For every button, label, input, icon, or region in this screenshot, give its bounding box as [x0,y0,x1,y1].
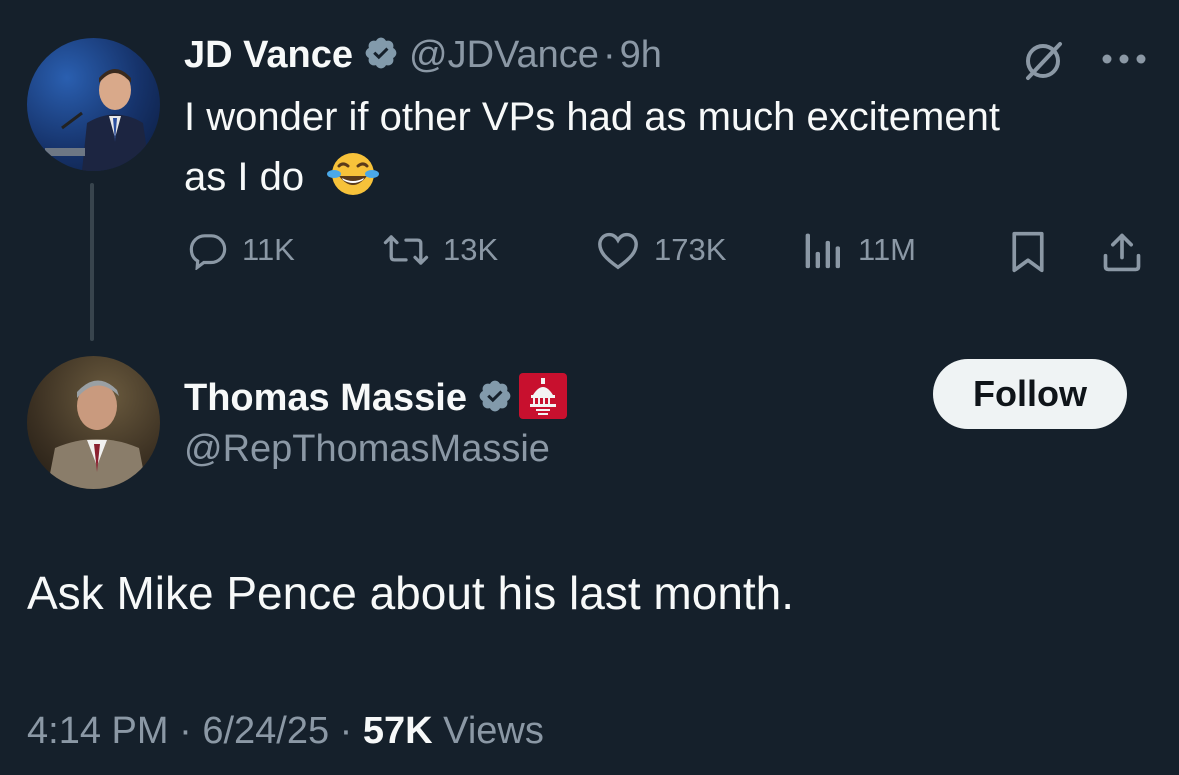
share-icon [1103,233,1141,272]
more-options-icon[interactable] [1100,52,1148,71]
bar-chart-views-icon [805,233,840,269]
reply-count: 11K [242,232,295,267]
tweet-date[interactable]: 6/24/25 [202,710,329,752]
verified-badge-icon [363,35,399,76]
avatar-photo [47,380,147,489]
avatar-thomas-massie[interactable] [27,356,160,489]
original-tweet-header: JD Vance @JDVance · 9h [184,34,662,77]
verified-badge-icon [477,378,513,419]
views-button[interactable]: 11M [800,230,916,270]
author-name[interactable]: JD Vance [184,34,353,77]
retweet-icon [383,235,429,265]
bookmark-icon [1012,231,1044,273]
reply-icon [189,234,227,270]
like-count: 173K [654,232,727,267]
retweet-count: 13K [443,232,499,267]
tweet-text-line-1: I wonder if other VPs had as much excite… [184,95,1000,139]
avatar-jd-vance[interactable] [27,38,160,171]
separator-dot: · [339,710,353,752]
share-button[interactable] [1100,229,1144,280]
views-label: Views [443,710,544,752]
house-gop-affiliate-badge-icon[interactable] [519,373,567,424]
avatar-photo [45,69,150,171]
grok-icon[interactable] [1020,38,1066,89]
follow-button[interactable]: Follow [933,359,1127,429]
reply-tweet-header: Thomas Massie [184,373,567,424]
tweet-text-line-2: as I do [184,147,1000,215]
separator-dot: · [179,710,192,752]
views-total-count: 57K [362,710,433,752]
reply-button[interactable]: 11K [188,230,295,270]
separator-dot: · [602,34,616,76]
reply-tweet-text: Ask Mike Pence about his last month. [27,567,795,619]
retweet-button[interactable]: 13K [383,230,498,270]
views-count: 11M [858,232,917,267]
tweet-text-line-2-text: as I do [184,155,305,199]
author-handle[interactable]: @JDVance [409,34,599,77]
bookmark-button[interactable] [1008,230,1048,279]
tweet-time[interactable]: 4:14 PM [27,710,169,752]
like-button[interactable]: 173K [596,230,726,270]
heart-icon [598,232,638,270]
reply-author-name[interactable]: Thomas Massie [184,377,467,420]
thread-connector-line [90,183,94,341]
reply-author-handle[interactable]: @RepThomasMassie [184,428,550,471]
original-tweet-text: I wonder if other VPs had as much excite… [184,87,1000,215]
tweet-meta-line: 4:14 PM · 6/24/25 · 57K Views [27,710,544,753]
face-with-tears-of-joy-icon [327,150,380,215]
time-ago[interactable]: 9h [620,34,662,77]
